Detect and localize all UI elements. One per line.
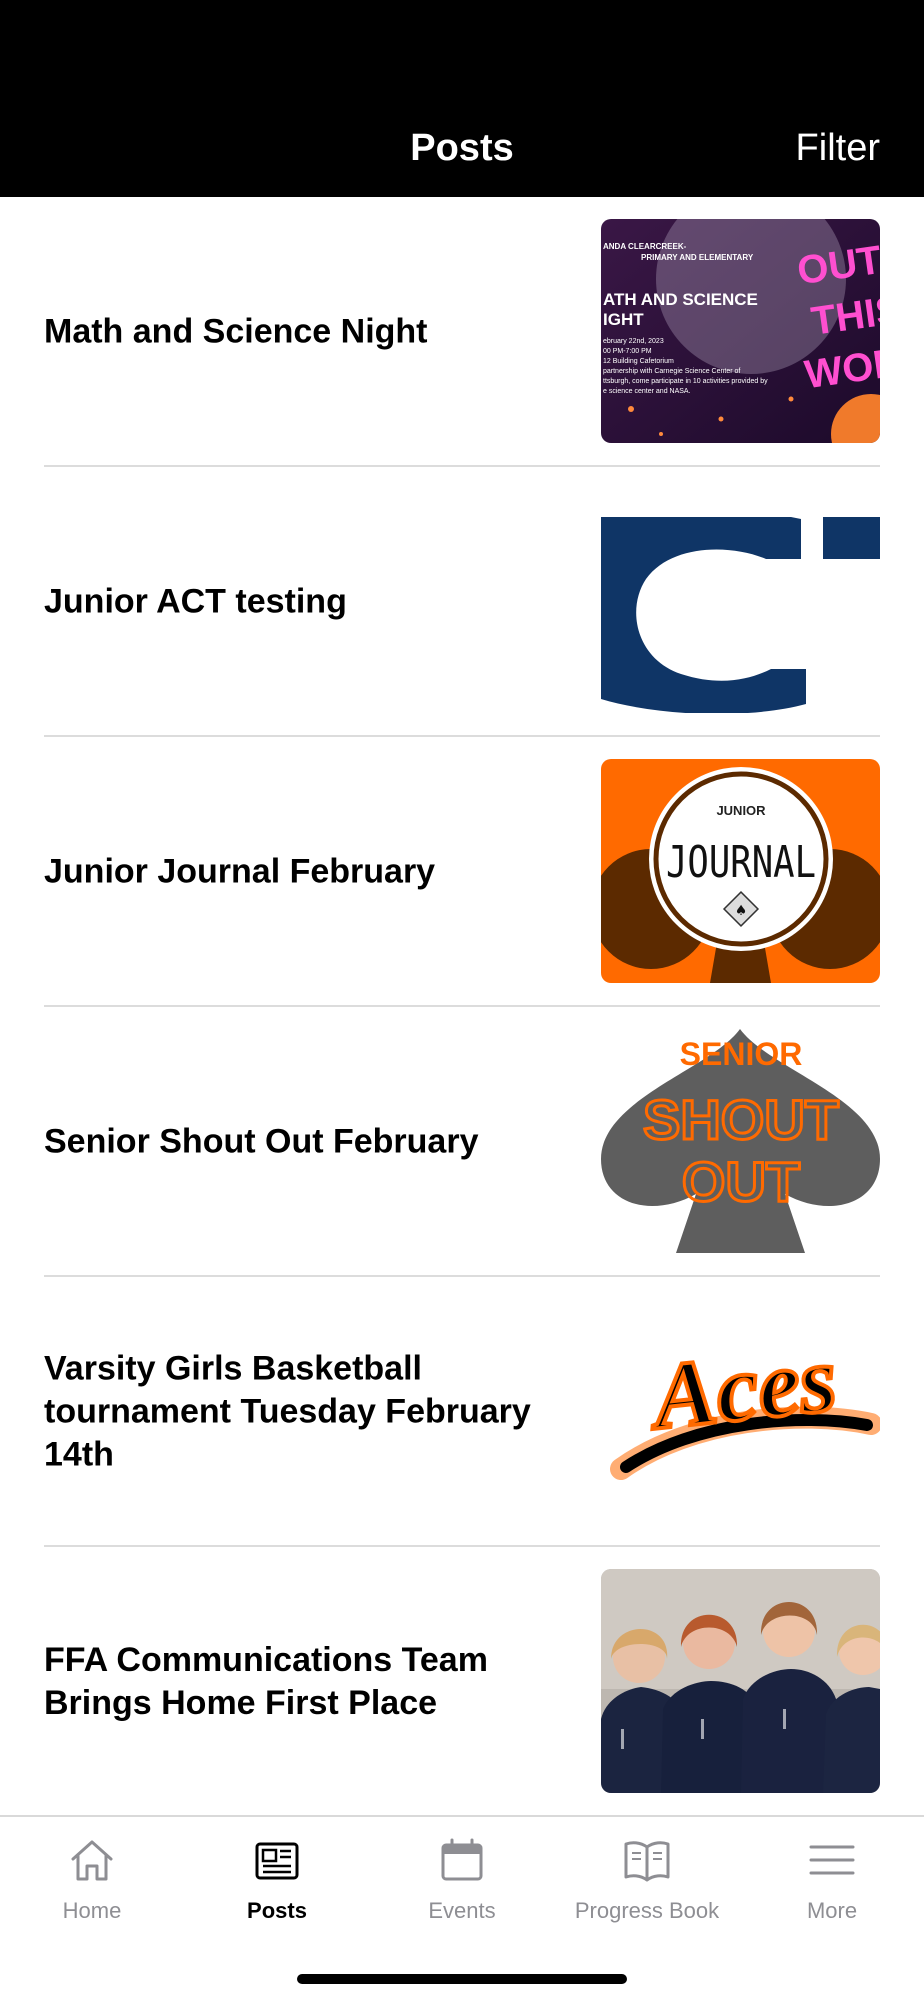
home-icon [71, 1840, 113, 1881]
tab-more[interactable]: More [740, 1835, 924, 1925]
post-title: Varsity Girls Basketball tournament Tues… [44, 1349, 531, 1474]
svg-text:♠: ♠ [735, 903, 748, 919]
bottom-tab-bar: Home Posts Events Progress Book More [0, 1815, 924, 2000]
svg-text:12 Building Cafetorium: 12 Building Cafetorium [603, 358, 674, 365]
filter-button[interactable]: Filter [796, 124, 880, 172]
tab-home[interactable]: Home [0, 1835, 184, 1925]
post-thumbnail: Aces [601, 1299, 880, 1523]
post-item-varsity-girls-basketball[interactable]: Varsity Girls Basketball tournament Tues… [0, 1277, 924, 1547]
newspaper-icon [255, 1842, 299, 1880]
tab-label: Progress Book [574, 1898, 720, 1923]
junior-journal-logo-image: JUNIOR JOURNAL ♠ [601, 759, 880, 983]
home-indicator [297, 1974, 627, 1984]
tab-label: Home [62, 1898, 122, 1923]
ffa-team-photo [601, 1569, 880, 1793]
tab-label: More [806, 1898, 858, 1923]
tab-label: Posts [247, 1898, 307, 1923]
post-item-junior-act-testing[interactable]: Junior ACT testing [0, 467, 924, 737]
post-item-senior-shout-out[interactable]: Senior Shout Out February SENIOR SHOUT O… [0, 1007, 924, 1277]
clearcreek-c-logo-image [601, 489, 880, 713]
posts-list: Math and Science Night ANDA CLEARCREEK- … [0, 197, 924, 1817]
svg-text:Aces: Aces [644, 1327, 842, 1450]
post-thumbnail: JUNIOR JOURNAL ♠ [601, 759, 880, 983]
math-science-flyer-image: ANDA CLEARCREEK- PRIMARY AND ELEMENTARY … [601, 219, 880, 443]
post-title: FFA Communications Team Brings Home Firs… [44, 1641, 488, 1722]
post-thumbnail [601, 1569, 880, 1793]
svg-text:ebruary 22nd, 2023: ebruary 22nd, 2023 [603, 338, 664, 345]
post-title: Senior Shout Out February [44, 1122, 479, 1161]
svg-text:SHOUT: SHOUT [643, 1088, 839, 1151]
page-title: Posts [410, 127, 514, 169]
post-thumbnail: ANDA CLEARCREEK- PRIMARY AND ELEMENTARY … [601, 219, 880, 443]
post-item-math-science-night[interactable]: Math and Science Night ANDA CLEARCREEK- … [0, 197, 924, 467]
tab-progress-book[interactable]: Progress Book [555, 1835, 739, 1925]
svg-text:IGHT: IGHT [603, 310, 644, 329]
svg-text:e science center and NASA.: e science center and NASA. [603, 388, 691, 395]
svg-text:00 PM-7:00 PM: 00 PM-7:00 PM [603, 348, 652, 355]
svg-text:OUT: OUT [682, 1150, 800, 1213]
svg-text:PRIMARY AND ELEMENTARY: PRIMARY AND ELEMENTARY [641, 253, 754, 262]
svg-text:ttsburgh, come participate in: ttsburgh, come participate in 10 activit… [603, 378, 768, 385]
top-bar: Posts Filter [0, 0, 924, 197]
svg-text:JUNIOR: JUNIOR [716, 803, 766, 818]
post-title: Junior ACT testing [44, 582, 347, 621]
post-item-ffa-communications-team[interactable]: FFA Communications Team Brings Home Firs… [0, 1547, 924, 1817]
calendar-icon [441, 1838, 483, 1881]
menu-icon [809, 1845, 855, 1875]
post-title: Math and Science Night [44, 312, 428, 351]
post-title: Junior Journal February [44, 852, 436, 891]
post-thumbnail: SENIOR SHOUT OUT [601, 1029, 880, 1253]
tab-events[interactable]: Events [370, 1835, 554, 1925]
svg-text:ATH AND SCIENCE: ATH AND SCIENCE [603, 290, 758, 309]
svg-text:partnership with Carnegie Scie: partnership with Carnegie Science Center… [603, 368, 740, 375]
book-icon [624, 1841, 670, 1882]
aces-logo-image: Aces [601, 1299, 880, 1523]
svg-text:ANDA CLEARCREEK-: ANDA CLEARCREEK- [603, 242, 687, 251]
svg-text:JOURNAL: JOURNAL [666, 837, 816, 888]
tab-posts[interactable]: Posts [185, 1835, 369, 1925]
svg-text:SENIOR: SENIOR [680, 1036, 803, 1072]
senior-shout-out-image: SENIOR SHOUT OUT [601, 1029, 880, 1253]
post-thumbnail [601, 489, 880, 713]
post-item-junior-journal[interactable]: Junior Journal February JUNIOR JOURNAL ♠ [0, 737, 924, 1007]
tab-label: Events [428, 1898, 496, 1923]
